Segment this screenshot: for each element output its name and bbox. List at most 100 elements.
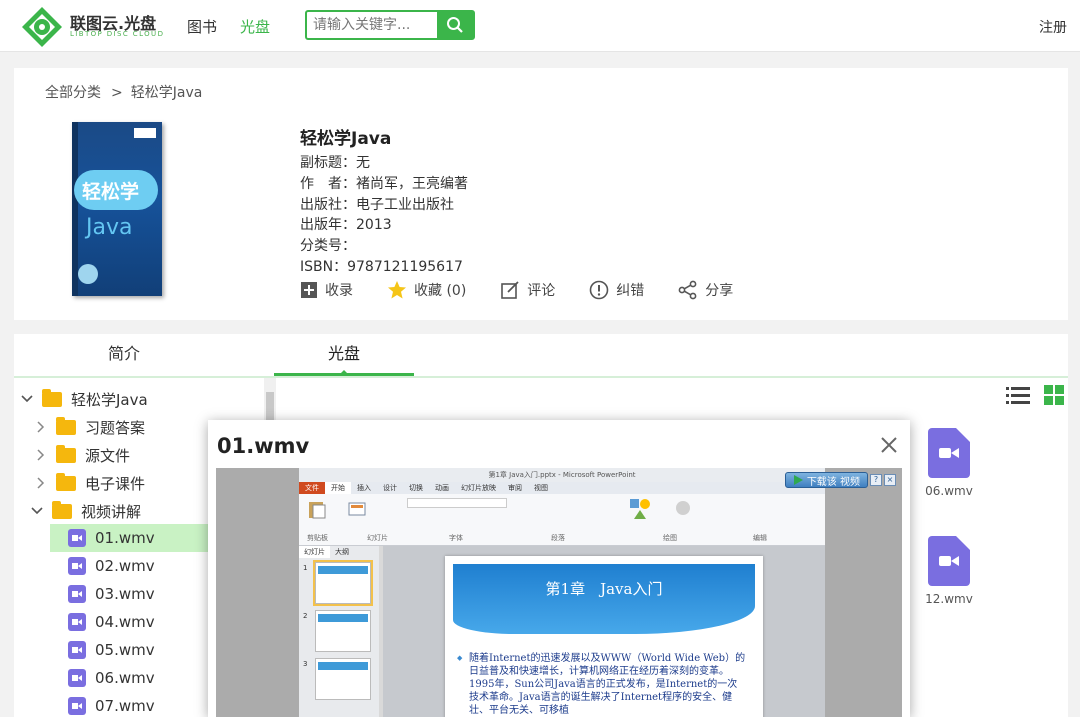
download-video-button[interactable]: 下载该 视频 [784, 472, 868, 488]
favorite-label: 收藏 (0) [414, 283, 467, 299]
ppt-thumb-number: 1 [303, 564, 308, 572]
tree-root[interactable]: 轻松学Java [20, 385, 148, 413]
grid-view-button[interactable] [1040, 382, 1068, 408]
logo-subtitle: LIBTOP DISC CLOUD [70, 30, 165, 38]
ppt-slide-thumbnail [315, 610, 371, 652]
search-input[interactable] [307, 12, 437, 38]
file-tile-name: 12.wmv [925, 592, 973, 606]
star-icon [388, 281, 406, 299]
tree-file[interactable]: 07.wmv [68, 692, 155, 717]
ppt-ribbon: 剪贴板 幻灯片 字体 段落 绘图 编辑 [299, 494, 825, 546]
tab-intro[interactable]: 简介 [54, 334, 194, 376]
video-file-icon [928, 536, 970, 586]
cover-subtitle: Java [86, 215, 133, 240]
tree-folder[interactable]: 视频讲解 [30, 497, 141, 525]
ppt-group-label: 幻灯片 [367, 534, 388, 542]
ppt-side-tabs: 幻灯片 大纲 [299, 546, 379, 558]
tree-file[interactable]: 02.wmv [68, 552, 155, 580]
list-view-button[interactable] [1004, 382, 1032, 408]
ppt-tab: 幻灯片放映 [461, 484, 496, 492]
breadcrumb-current[interactable]: 轻松学Java [131, 85, 203, 101]
slide-header-banner [453, 564, 755, 634]
comment-button[interactable]: 评论 [500, 280, 555, 300]
video-file-icon [68, 669, 86, 687]
file-tile[interactable]: 06.wmv [914, 428, 984, 498]
ppt-thumb-number: 3 [303, 660, 308, 668]
ppt-ribbon-tabs: 文件 开始 插入 设计 切换 动画 幻灯片放映 审阅 视图 [299, 482, 825, 494]
favorite-button[interactable]: 收藏 (0) [387, 280, 466, 300]
ppt-group-label: 剪贴板 [307, 534, 328, 542]
file-tile-name: 06.wmv [925, 484, 973, 498]
share-icon [678, 280, 697, 300]
share-button[interactable]: 分享 [678, 280, 733, 300]
logo-icon[interactable] [20, 5, 64, 49]
tree-folder[interactable]: 源文件 [34, 441, 130, 469]
shapes-icon [630, 499, 650, 519]
dismiss-button[interactable]: × [884, 474, 896, 486]
ppt-group-label: 段落 [551, 534, 565, 542]
help-button[interactable]: ? [870, 474, 882, 486]
register-link[interactable]: 注册 [1039, 17, 1067, 37]
book-subtitle: 副标题：无 [300, 155, 370, 171]
cover-disc-icon [78, 264, 98, 284]
search-box [305, 10, 475, 40]
book-publisher: 出版社：电子工业出版社 [300, 197, 454, 213]
tree-file[interactable]: 05.wmv [68, 636, 155, 664]
tree-file[interactable]: 03.wmv [68, 580, 155, 608]
new-slide-icon [348, 502, 366, 516]
close-button[interactable] [880, 436, 898, 458]
ppt-tab: 动画 [435, 484, 449, 492]
chevron-down-icon[interactable] [30, 507, 44, 515]
tree-scroll-thumb[interactable] [266, 392, 274, 422]
tree-file-label: 02.wmv [95, 557, 155, 575]
close-icon [881, 437, 897, 453]
tree-root-label: 轻松学Java [71, 390, 148, 409]
nav-discs[interactable]: 光盘 [240, 16, 270, 37]
tree-file[interactable]: 06.wmv [68, 664, 155, 692]
tree-folder-label: 源文件 [85, 446, 131, 465]
search-button[interactable] [437, 12, 473, 38]
chevron-right-icon[interactable] [34, 449, 48, 461]
tab-disc[interactable]: 光盘 [274, 334, 414, 376]
ppt-slide-thumbnail [313, 560, 373, 606]
ppt-tab: 审阅 [508, 484, 522, 492]
arrange-icon [676, 501, 690, 515]
ppt-tab: 视图 [534, 484, 548, 492]
video-preview-modal: 01.wmv 第1章 Java入门.pptx - Microsoft Power… [208, 420, 910, 717]
video-player[interactable]: 第1章 Java入门.pptx - Microsoft PowerPoint 文… [216, 468, 902, 717]
nav-books[interactable]: 图书 [187, 16, 217, 37]
ppt-group-label: 字体 [449, 534, 463, 542]
top-header: 联图云.光盘 LIBTOP DISC CLOUD 图书 光盘 注册 [0, 0, 1080, 52]
ppt-side-tab: 幻灯片 [299, 546, 330, 558]
list-view-icon [1006, 387, 1030, 404]
edit-icon [501, 281, 519, 299]
tree-file-label: 07.wmv [95, 697, 155, 715]
ppt-tab: 切换 [409, 484, 423, 492]
tree-folder[interactable]: 习题答案 [34, 413, 145, 441]
ppt-group-label: 绘图 [663, 534, 677, 542]
video-frame-powerpoint: 第1章 Java入门.pptx - Microsoft PowerPoint 文… [299, 468, 825, 717]
tree-file-label: 04.wmv [95, 613, 155, 631]
book-actions: 收录 收藏 (0) 评论 纠错 分享 [300, 280, 767, 300]
chevron-down-icon[interactable] [20, 395, 34, 403]
chevron-right-icon[interactable] [34, 421, 48, 433]
breadcrumb-root[interactable]: 全部分类 [45, 85, 101, 101]
folder-icon [42, 388, 62, 407]
ppt-slide: 第1章 Java入门 随着Internet的迅速发展以及WWW（World Wi… [445, 556, 763, 717]
chevron-right-icon[interactable] [34, 477, 48, 489]
book-cover-image[interactable]: 轻松学 Java [72, 122, 162, 296]
collect-button[interactable]: 收录 [300, 280, 353, 300]
close-icon: × [886, 475, 894, 484]
file-tile[interactable]: 12.wmv [914, 536, 984, 606]
tree-file-label: 06.wmv [95, 669, 155, 687]
report-error-button[interactable]: 纠错 [589, 280, 644, 300]
video-file-icon [928, 428, 970, 478]
book-category: 分类号： [300, 238, 356, 254]
tree-file[interactable]: 04.wmv [68, 608, 155, 636]
tree-folder[interactable]: 电子课件 [34, 469, 145, 497]
breadcrumb: 全部分类 > 轻松学Java [45, 82, 202, 102]
paste-icon [309, 502, 326, 519]
tree-file-selected[interactable]: 01.wmv [50, 524, 210, 552]
plus-square-icon [301, 282, 317, 298]
cover-stripe [72, 122, 78, 296]
